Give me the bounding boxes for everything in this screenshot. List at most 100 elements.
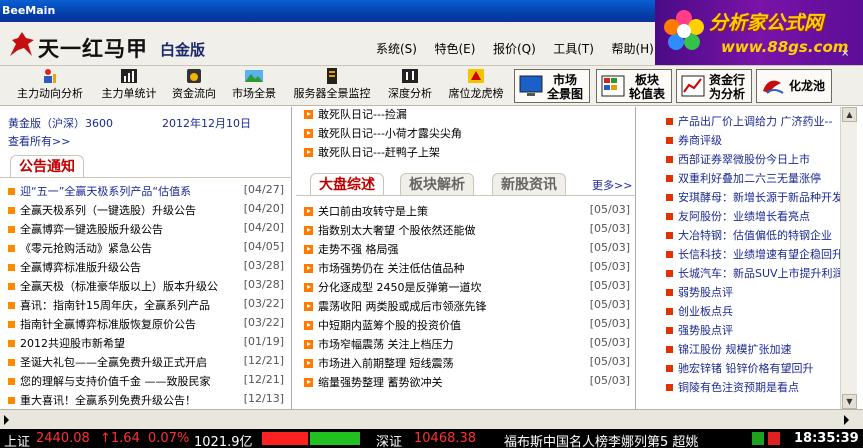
notice-item[interactable]: 您的理解与支持价值千金 ——致股民家 [12/21] bbox=[8, 373, 288, 392]
news-item[interactable]: 分化逐成型 2450是反弹第一道坎 [05/03] bbox=[302, 279, 634, 298]
notice-item[interactable]: 喜讯：指南针15周年庆，全赢系列产品 [03/22] bbox=[8, 297, 288, 316]
research-item[interactable]: 铜陵有色注资预期是看点 bbox=[666, 379, 799, 398]
menu-quote[interactable]: 报价(Q) bbox=[493, 40, 536, 57]
diary-item[interactable]: 敢死队日记---赶鸭子上架 bbox=[302, 144, 440, 163]
arrow-bullet-icon bbox=[304, 302, 313, 311]
scroll-left-icon[interactable] bbox=[4, 415, 16, 425]
research-item[interactable]: 驰宏锌锗 铅锌价格有望回升 bbox=[666, 360, 814, 379]
current-date: 2012年12月10日 bbox=[162, 117, 251, 130]
notice-item[interactable]: 全赢博弈一键选股版升级公告 [04/20] bbox=[8, 221, 288, 240]
money-bag-icon bbox=[187, 69, 201, 83]
tray-icon[interactable] bbox=[752, 432, 764, 445]
research-item[interactable]: 安琪酵母：新增长源于新品种开发 bbox=[666, 189, 840, 208]
notice-item[interactable]: 迎“五一”全赢天极系列产品“估值系 [04/27] bbox=[8, 183, 288, 202]
news-item[interactable]: 中短期内蓝筹个股的投资价值 [05/03] bbox=[302, 317, 634, 336]
notice-item[interactable]: 全赢天极（标准豪华版以上）版本升级公 [03/28] bbox=[8, 278, 288, 297]
news-item[interactable]: 指数别太大奢望 个股依然还能做 [05/03] bbox=[302, 222, 634, 241]
sh-index-value: 2440.08 bbox=[36, 431, 90, 446]
news-item[interactable]: 关口前由攻转守是上策 [05/03] bbox=[302, 203, 634, 222]
vertical-scrollbar[interactable]: ▲ ▼ bbox=[840, 107, 857, 409]
notice-item[interactable]: 圣诞大礼包——全赢免费升级正式开启 [12/21] bbox=[8, 354, 288, 373]
news-item[interactable]: 市场进入前期整理 短线震荡 [05/03] bbox=[302, 355, 634, 374]
scrolling-news[interactable]: 福布斯中国名人榜李娜列第5 超姚 bbox=[504, 431, 698, 448]
ad-url: www.88gs.com bbox=[721, 38, 849, 56]
research-item[interactable]: 产品出厂价上调给力 广济药业-- bbox=[666, 113, 832, 132]
menu-help[interactable]: 帮助(H) bbox=[611, 40, 653, 57]
research-item[interactable]: 大冶特钢：估值偏低的特钢企业 bbox=[666, 227, 832, 246]
tab-sector-analysis[interactable]: 板块解析 bbox=[400, 173, 474, 195]
content-area: 黄金版（沪深）3600 2012年12月10日 查看所有>> 公告通知 迎“五一… bbox=[0, 107, 863, 409]
server-icon bbox=[327, 68, 337, 84]
scroll-up-icon[interactable]: ▲ bbox=[842, 107, 857, 122]
research-item[interactable]: 友阿股份：业绩增长看亮点 bbox=[666, 208, 810, 227]
notice-item[interactable]: 指南针全赢博弈标准版恢复原价公告 [03/22] bbox=[8, 316, 288, 335]
market-panorama-button[interactable]: 市场 全景图 bbox=[514, 69, 590, 103]
research-item[interactable]: 西部证券翠微股份今日上市 bbox=[666, 151, 810, 170]
bullet-icon bbox=[8, 226, 15, 233]
tray-alert-icon[interactable] bbox=[768, 432, 780, 445]
monitor-icon bbox=[519, 75, 543, 96]
bullet-icon bbox=[666, 384, 673, 391]
research-item[interactable]: 双重利好叠加二六三无量涨停 bbox=[666, 170, 821, 189]
tool-server-monitor[interactable]: 服务器全景监控 bbox=[288, 68, 376, 104]
menu-system[interactable]: 系统(S) bbox=[376, 40, 417, 57]
diary-item[interactable]: 敢死队日记---小荷才露尖尖角 bbox=[302, 125, 462, 144]
menu-feature[interactable]: 特色(E) bbox=[434, 40, 475, 57]
middle-panel: 敢死队日记---捡漏 敢死队日记---小荷才露尖尖角 敢死队日记---赶鸭子上架 大… bbox=[296, 107, 636, 409]
tab-market-summary[interactable]: 大盘综述 bbox=[310, 173, 384, 195]
ad-banner[interactable]: 分析家公式网 www.88gs.com × bbox=[655, 0, 863, 65]
scroll-down-icon[interactable]: ▼ bbox=[842, 394, 857, 409]
bullet-icon bbox=[666, 346, 673, 353]
news-item[interactable]: 走势不强 格局强 [05/03] bbox=[302, 241, 634, 260]
bullet-icon bbox=[8, 397, 15, 404]
bullet-icon bbox=[666, 156, 673, 163]
tab-ipo-news[interactable]: 新股资讯 bbox=[492, 173, 566, 195]
notice-item[interactable]: 《零元抢购活动》紧急公告 [04/05] bbox=[8, 240, 288, 259]
tool-depth-analysis[interactable]: 深度分析 bbox=[384, 68, 436, 104]
research-item[interactable]: 长城汽车：新品SUV上市提升利润 bbox=[666, 265, 840, 284]
bullet-icon bbox=[8, 321, 15, 328]
more-link[interactable]: 更多>> bbox=[592, 177, 632, 196]
tool-seat-rank[interactable]: 席位龙虎榜 bbox=[444, 68, 508, 104]
view-all-link[interactable]: 查看所有>> bbox=[8, 133, 70, 152]
sector-rotation-button[interactable]: 板块 轮值表 bbox=[596, 69, 672, 103]
bullet-icon bbox=[666, 194, 673, 201]
dragon-pool-button[interactable]: 化龙池 bbox=[756, 69, 832, 103]
research-item[interactable]: 创业板点兵 bbox=[666, 303, 733, 322]
research-item[interactable]: 弱势股点评 bbox=[666, 284, 733, 303]
tool-main-trend[interactable]: 主力动向分析 bbox=[12, 68, 88, 104]
tool-fund-flow[interactable]: 资金流向 bbox=[168, 68, 220, 104]
research-item[interactable]: 长信科技：业绩增速有望企稳回升 bbox=[666, 246, 840, 265]
divider bbox=[0, 177, 291, 178]
news-item[interactable]: 市场强势仍在 关注低估值品种 [05/03] bbox=[302, 260, 634, 279]
bullet-icon bbox=[8, 378, 15, 385]
candlestick-icon bbox=[402, 69, 418, 83]
ad-title: 分析家公式网 bbox=[709, 12, 824, 34]
tool-main-order-stat[interactable]: 主力单统计 bbox=[96, 68, 162, 104]
notice-item[interactable]: 2012共迎股市新希望 [01/19] bbox=[8, 335, 288, 354]
news-item[interactable]: 缩量强势整理 蓄势欲冲关 [05/03] bbox=[302, 374, 634, 393]
menu-tools[interactable]: 工具(T) bbox=[553, 40, 594, 57]
diary-item[interactable]: 敢死队日记---捡漏 bbox=[302, 107, 407, 125]
horse-logo-icon bbox=[10, 32, 34, 56]
bullet-icon bbox=[666, 289, 673, 296]
scroll-right-icon[interactable] bbox=[844, 415, 856, 425]
bullet-icon bbox=[8, 264, 15, 271]
fund-behavior-button[interactable]: 资金行 为分析 bbox=[676, 69, 752, 103]
research-item[interactable]: 强势股点评 bbox=[666, 322, 733, 341]
notice-item[interactable]: 重大喜讯！全赢系列免费升级公告！ [12/13] bbox=[8, 392, 288, 409]
ad-close-icon[interactable]: × bbox=[841, 48, 849, 59]
bullet-icon bbox=[8, 207, 15, 214]
news-item[interactable]: 市场窄幅震荡 关注上档压力 [05/03] bbox=[302, 336, 634, 355]
right-panel: 产品出厂价上调给力 广济药业-- 券商评级 西部证券翠微股份今日上市 双重利好叠加二六… bbox=[662, 107, 840, 409]
tool-market-overview[interactable]: 市场全景 bbox=[228, 68, 280, 104]
news-item[interactable]: 震荡收阳 两类股或成后市领涨先锋 [05/03] bbox=[302, 298, 634, 317]
bullet-icon bbox=[666, 327, 673, 334]
research-item[interactable]: 锦江股份 规模扩张加速 bbox=[666, 341, 792, 360]
sh-index-pct: 0.07% bbox=[148, 431, 190, 446]
notice-item[interactable]: 全赢博弈标准版升级公告 [03/28] bbox=[8, 259, 288, 278]
landscape-icon bbox=[245, 70, 263, 82]
notice-item[interactable]: 全赢天极系列（一键选股）升级公告 [04/20] bbox=[8, 202, 288, 221]
research-item[interactable]: 券商评级 bbox=[666, 132, 722, 151]
arrow-bullet-icon bbox=[304, 207, 313, 216]
